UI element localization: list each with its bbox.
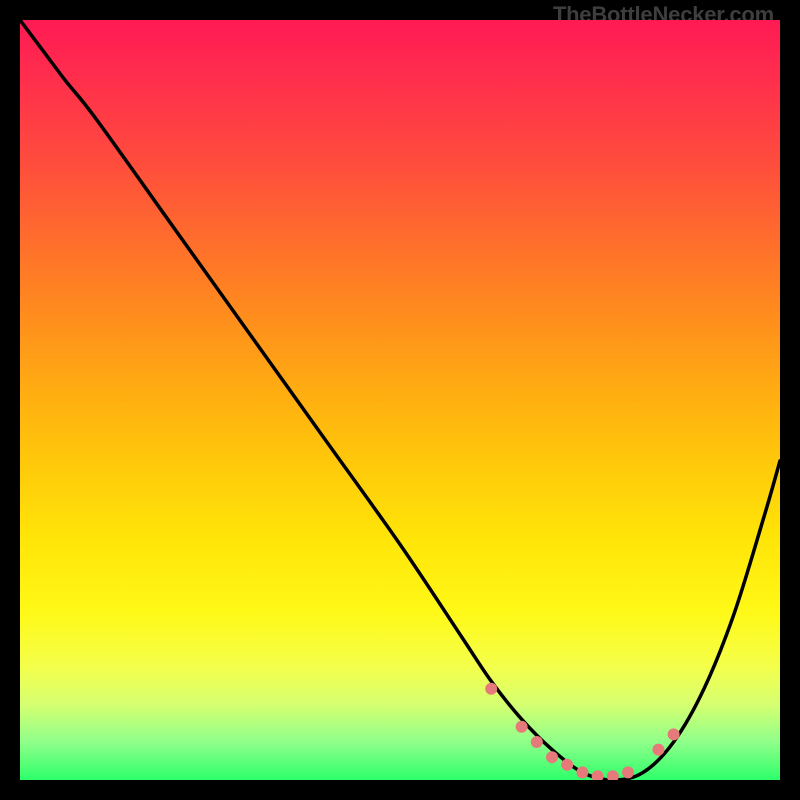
chart-gradient-background <box>20 20 780 780</box>
chart-frame <box>20 20 780 780</box>
